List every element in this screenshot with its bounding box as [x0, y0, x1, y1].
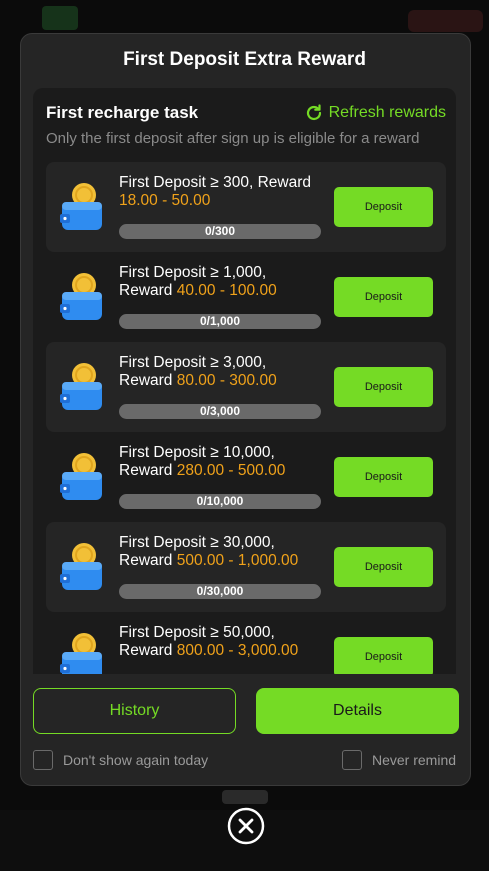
task-card: First Deposit ≥ 1,000, Reward 40.00 - 100…: [46, 252, 446, 342]
wallet-coin-icon: [60, 363, 102, 410]
deposit-button[interactable]: Deposit: [334, 637, 433, 674]
background-header-left: [42, 6, 78, 30]
task-reward-range: 280.00 - 500.00: [176, 462, 286, 479]
task-reward-prefix: Reward: [119, 372, 177, 389]
task-description: First Deposit ≥ 1,000, Reward 40.00 - 100…: [119, 264, 329, 300]
task-progress-bar: 0/30,000: [119, 584, 321, 599]
wallet-coin-icon: [60, 453, 102, 500]
task-card: First Deposit ≥ 300, Reward 18.00 - 50.00…: [46, 162, 446, 252]
details-button[interactable]: Details: [256, 688, 459, 734]
panel-title: First recharge task: [46, 103, 199, 122]
dont-show-today-checkbox[interactable]: [33, 750, 53, 770]
task-reward-prefix: Reward: [119, 642, 177, 659]
task-reward-range: 80.00 - 300.00: [176, 372, 277, 389]
background-bottom-tab: [222, 790, 268, 804]
task-description: First Deposit ≥ 300, Reward 18.00 - 50.00: [119, 174, 329, 210]
refresh-rewards-button[interactable]: Refresh rewards: [304, 102, 446, 124]
refresh-icon: [306, 104, 321, 121]
task-requirement: First Deposit ≥ 10,000,: [119, 444, 275, 461]
task-card: First Deposit ≥ 50,000, Reward 800.00 - 3…: [46, 612, 446, 674]
task-reward-range: 800.00 - 3,000.00: [176, 642, 299, 659]
task-panel[interactable]: First recharge task Refresh rewards Only…: [33, 88, 456, 674]
task-description: First Deposit ≥ 30,000, Reward 500.00 - 1…: [119, 534, 329, 570]
deposit-button[interactable]: Deposit: [334, 547, 433, 587]
task-progress-bar: 0/3,000: [119, 404, 321, 419]
task-requirement: First Deposit ≥ 3,000,: [119, 354, 267, 371]
task-requirement: First Deposit ≥ 50,000,: [119, 624, 275, 641]
task-description: First Deposit ≥ 50,000, Reward 800.00 - 3…: [119, 624, 329, 660]
task-card: First Deposit ≥ 30,000, Reward 500.00 - 1…: [46, 522, 446, 612]
wallet-coin-icon: [60, 543, 102, 590]
never-remind-checkbox[interactable]: [342, 750, 362, 770]
task-reward-prefix: Reward: [119, 282, 177, 299]
never-remind-option[interactable]: Never remind: [342, 750, 456, 770]
wallet-coin-icon: [60, 633, 102, 674]
task-card: First Deposit ≥ 10,000, Reward 280.00 - 5…: [46, 432, 446, 522]
task-card: First Deposit ≥ 3,000, Reward 80.00 - 300…: [46, 342, 446, 432]
task-requirement: First Deposit ≥ 300, Reward: [119, 174, 311, 191]
task-requirement: First Deposit ≥ 1,000,: [119, 264, 267, 281]
task-progress-bar: 0/300: [119, 224, 321, 239]
task-reward-range: 500.00 - 1,000.00: [176, 552, 299, 569]
eligibility-note: Only the first deposit after sign up is …: [46, 130, 420, 147]
deposit-button[interactable]: Deposit: [334, 277, 433, 317]
deposit-button[interactable]: Deposit: [334, 457, 433, 497]
task-description: First Deposit ≥ 3,000, Reward 80.00 - 300…: [119, 354, 329, 390]
never-remind-label: Never remind: [372, 752, 457, 768]
task-progress-bar: 0/10,000: [119, 494, 321, 509]
wallet-coin-icon: [60, 183, 102, 230]
deposit-button[interactable]: Deposit: [334, 367, 433, 407]
task-reward-prefix: Reward: [119, 552, 177, 569]
history-button[interactable]: History: [33, 688, 236, 734]
task-description: First Deposit ≥ 10,000, Reward 280.00 - 5…: [119, 444, 329, 480]
background-header-right: [408, 10, 483, 32]
modal-title: First Deposit Extra Reward: [123, 49, 366, 70]
dont-show-today-option[interactable]: Don't show again today: [33, 750, 208, 770]
deposit-button[interactable]: Deposit: [334, 187, 433, 227]
dont-show-today-label: Don't show again today: [63, 752, 209, 768]
task-reward-range: 18.00 - 50.00: [119, 192, 211, 209]
wallet-coin-icon: [60, 273, 102, 320]
close-icon[interactable]: [227, 807, 265, 845]
task-reward-range: 40.00 - 100.00: [176, 282, 277, 299]
task-progress-bar: 0/1,000: [119, 314, 321, 329]
task-requirement: First Deposit ≥ 30,000,: [119, 534, 275, 551]
refresh-rewards-label: Refresh rewards: [328, 104, 446, 121]
task-reward-prefix: Reward: [119, 462, 177, 479]
